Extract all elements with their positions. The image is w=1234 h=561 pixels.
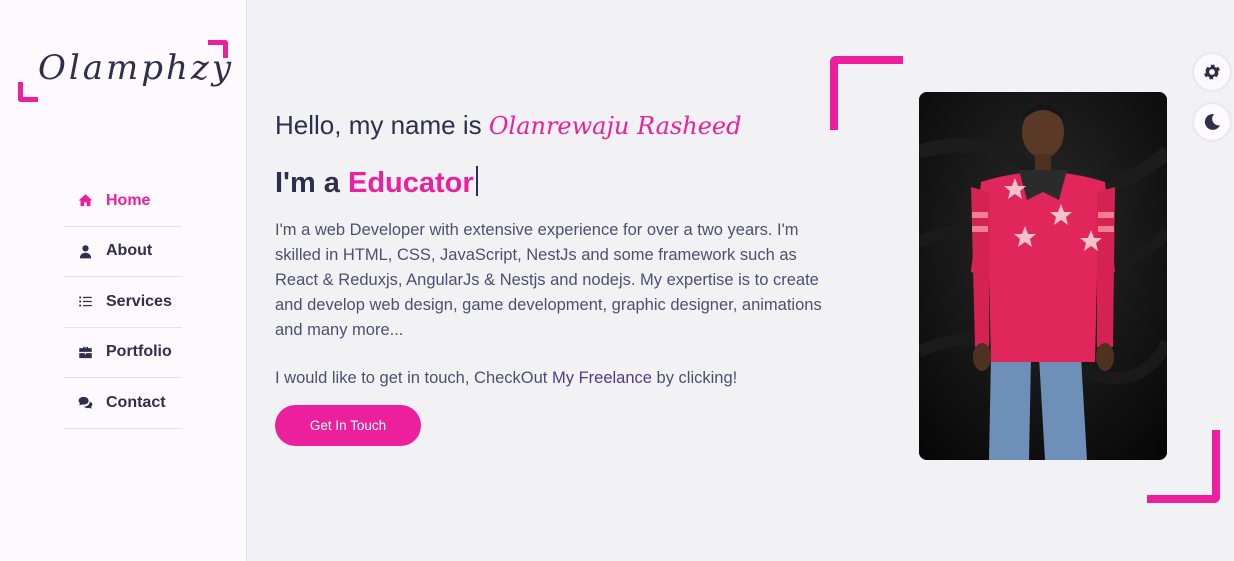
- nav-item-services[interactable]: Services: [64, 277, 182, 328]
- nav-item-home[interactable]: Home: [64, 176, 182, 227]
- briefcase-icon: [76, 343, 94, 361]
- settings-toggle[interactable]: [1194, 54, 1230, 90]
- main-nav: Home About Services Portfolio Contact: [64, 176, 182, 429]
- freelance-link[interactable]: My Freelance: [552, 369, 652, 387]
- gear-icon: [1204, 64, 1220, 80]
- contact-prefix: I would like to get in touch, CheckOut: [275, 369, 552, 387]
- moon-icon: [1204, 113, 1220, 130]
- image-frame-corner-top-left: [830, 56, 903, 130]
- comments-icon: [76, 394, 94, 412]
- theme-toggle[interactable]: [1194, 104, 1230, 140]
- profession-prefix: I'm a: [275, 167, 348, 199]
- hello-prefix: Hello, my name is: [275, 110, 489, 140]
- sidebar: Olamphzy Home About Services Portfolio C…: [0, 0, 247, 561]
- intro-description: I'm a web Developer with extensive exper…: [275, 221, 822, 339]
- nav-item-label: Contact: [106, 393, 166, 411]
- typing-cursor: [475, 166, 478, 196]
- get-in-touch-button[interactable]: Get In Touch: [275, 405, 421, 446]
- nav-item-about[interactable]: About: [64, 227, 182, 277]
- contact-line: I would like to get in touch, CheckOut M…: [275, 366, 835, 391]
- list-icon: [76, 293, 94, 311]
- home-icon: [76, 192, 94, 210]
- nav-item-label: Home: [106, 191, 151, 209]
- contact-suffix: by clicking!: [651, 369, 738, 387]
- nav-item-portfolio[interactable]: Portfolio: [64, 328, 182, 378]
- hello-heading: Hello, my name is Olanrewaju Rasheed: [275, 110, 742, 141]
- profession-heading: I'm a Educator: [275, 166, 478, 200]
- nav-item-contact[interactable]: Contact: [64, 378, 182, 429]
- logo-text: Olamphzy: [38, 48, 235, 88]
- nav-item-label: Portfolio: [106, 343, 172, 361]
- logo[interactable]: Olamphzy: [18, 40, 231, 102]
- user-icon: [76, 242, 94, 260]
- person-name: Olanrewaju Rasheed: [488, 112, 742, 140]
- profile-photo: [919, 92, 1167, 460]
- profession-typed: Educator: [347, 167, 474, 199]
- nav-item-label: Services: [106, 292, 172, 310]
- nav-item-label: About: [106, 242, 153, 260]
- logo-corner-bottom-left: [18, 82, 38, 102]
